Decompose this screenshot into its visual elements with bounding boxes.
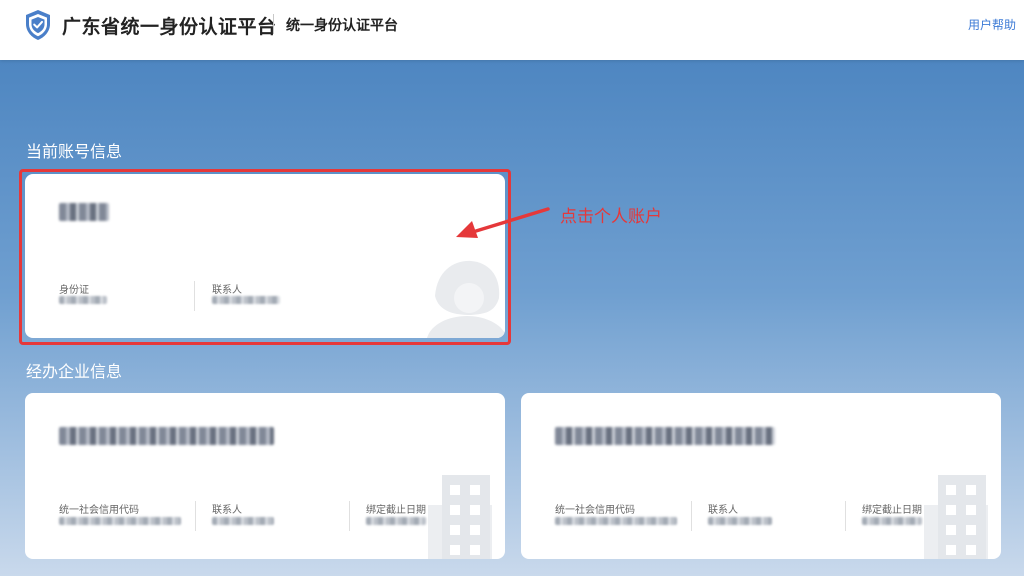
bind-deadline-value-redacted xyxy=(862,517,922,525)
enterprise-name-redacted xyxy=(59,427,274,445)
arrow-icon xyxy=(456,207,550,238)
platform-subtitle: 统一身份认证平台 xyxy=(286,18,398,34)
enterprise-section-title: 经办企业信息 xyxy=(26,362,123,381)
highlight-box xyxy=(19,169,511,345)
credit-code-label: 统一社会信用代码 xyxy=(59,505,139,516)
annotation-text: 点击个人账户 xyxy=(560,207,662,227)
credit-code-label: 统一社会信用代码 xyxy=(555,505,635,516)
credit-code-value-redacted xyxy=(59,517,181,525)
shield-check-icon xyxy=(26,10,50,40)
credit-code-value-redacted xyxy=(555,517,677,525)
brand-title: 广东省统一身份认证平台 xyxy=(62,16,277,38)
building-icon xyxy=(924,475,988,559)
field-separator xyxy=(845,501,846,531)
bind-deadline-label: 绑定截止日期 xyxy=(862,505,922,516)
contact-value-redacted xyxy=(708,517,772,525)
contact-label: 联系人 xyxy=(708,505,738,516)
user-help-link[interactable]: 用户帮助 xyxy=(968,16,1016,33)
contact-label: 联系人 xyxy=(212,505,242,516)
field-separator xyxy=(195,501,196,531)
field-separator xyxy=(349,501,350,531)
enterprise-name-redacted xyxy=(555,427,775,445)
field-separator xyxy=(691,501,692,531)
contact-value-redacted xyxy=(212,517,274,525)
building-icon xyxy=(428,475,492,559)
bind-deadline-label: 绑定截止日期 xyxy=(366,505,426,516)
bind-deadline-value-redacted xyxy=(366,517,426,525)
enterprise-card[interactable]: 统一社会信用代码 联系人 绑定截止日期 xyxy=(521,393,1001,559)
top-header: 广东省统一身份认证平台 统一身份认证平台 用户帮助 xyxy=(0,0,1024,60)
enterprise-card[interactable]: 统一社会信用代码 联系人 绑定截止日期 xyxy=(25,393,505,559)
current-account-section-title: 当前账号信息 xyxy=(26,142,123,161)
header-divider xyxy=(273,14,274,34)
